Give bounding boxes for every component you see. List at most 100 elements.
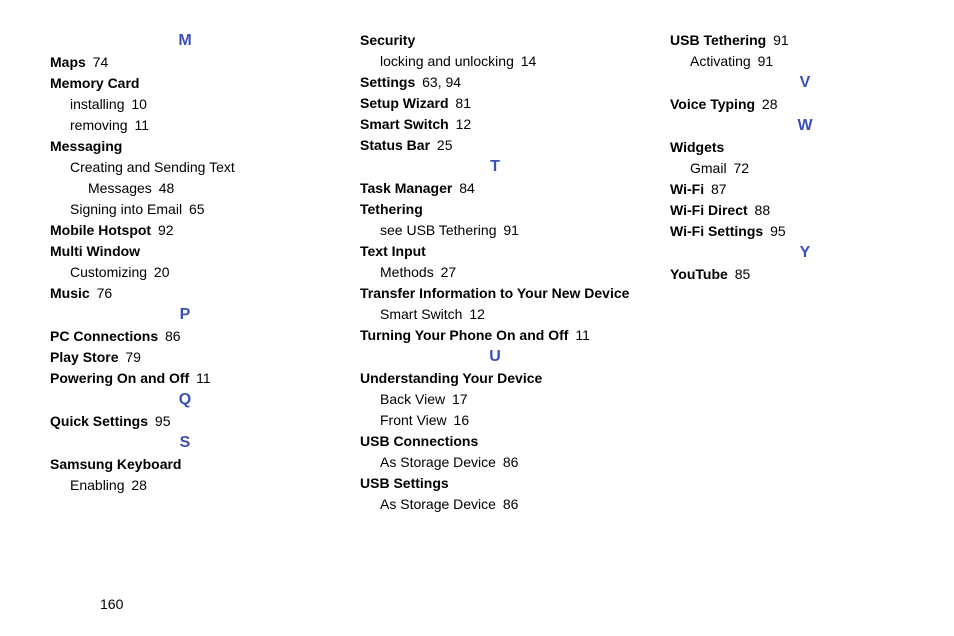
index-subentry-continuation: Messages 48	[50, 178, 320, 199]
index-entry: Understanding Your Device	[360, 368, 630, 389]
index-subentry: Signing into Email 65	[50, 199, 320, 220]
index-term: YouTube	[670, 266, 728, 282]
index-term: Wi-Fi Direct	[670, 202, 748, 218]
index-subentry: As Storage Device 86	[360, 452, 630, 473]
index-term: Settings	[360, 74, 415, 90]
index-page-ref: 11	[134, 117, 149, 133]
index-term: Quick Settings	[50, 413, 148, 429]
index-term: Memory Card	[50, 75, 139, 91]
index-entry: Tethering	[360, 199, 630, 220]
index-term: Tethering	[360, 201, 423, 217]
index-page-ref: 87	[707, 181, 726, 197]
index-page-ref: 76	[93, 285, 112, 301]
index-page-ref: 11	[571, 327, 589, 343]
index-subentry: Smart Switch 12	[360, 304, 630, 325]
section-letter: M	[50, 32, 320, 50]
index-entry: Multi Window	[50, 241, 320, 262]
index-term: Widgets	[670, 139, 724, 155]
index-subentry: As Storage Device 86	[360, 494, 630, 515]
index-term: Transfer Information to Your New Device	[360, 285, 629, 301]
index-entry: Setup Wizard 81	[360, 93, 630, 114]
index-entry: Turning Your Phone On and Off 11	[360, 325, 630, 346]
index-term: Mobile Hotspot	[50, 222, 151, 238]
index-entry: USB Tethering 91	[670, 30, 940, 51]
section-letter: S	[50, 434, 320, 452]
index-page-ref: 81	[452, 95, 471, 111]
section-letter: Y	[670, 244, 940, 262]
index-entry: Wi-Fi 87	[670, 179, 940, 200]
index-subentry: Back View 17	[360, 389, 630, 410]
index-term: Voice Typing	[670, 96, 755, 112]
index-term: Text Input	[360, 243, 426, 259]
index-term: Turning Your Phone On and Off	[360, 327, 568, 343]
index-entry: PC Connections 86	[50, 326, 320, 347]
index-page-ref: 28	[131, 477, 147, 493]
index-subentry: Front View 16	[360, 410, 630, 431]
index-entry: Music 76	[50, 283, 320, 304]
index-entry: Powering On and Off 11	[50, 368, 320, 389]
index-page-ref: 95	[151, 413, 170, 429]
index-page-ref: 84	[455, 180, 474, 196]
index-term: Maps	[50, 54, 86, 70]
index-page-ref: 74	[89, 54, 108, 70]
index-page-ref: 86	[161, 328, 180, 344]
index-page-ref: 17	[452, 391, 468, 407]
index-page-ref: 14	[521, 53, 537, 69]
index-entry: YouTube 85	[670, 264, 940, 285]
index-column-3: USB Tethering 91Activating 91VVoice Typi…	[670, 30, 940, 590]
index-entry: Maps 74	[50, 52, 320, 73]
index-subentry: see USB Tethering 91	[360, 220, 630, 241]
index-page-ref: 95	[766, 223, 785, 239]
index-subentry: Methods 27	[360, 262, 630, 283]
index-page: MMaps 74Memory Cardinstalling 10removing…	[0, 0, 954, 590]
index-term: Multi Window	[50, 243, 140, 259]
index-entry: Transfer Information to Your New Device	[360, 283, 630, 304]
index-term: Wi-Fi	[670, 181, 704, 197]
index-entry: Messaging	[50, 136, 320, 157]
index-term: Play Store	[50, 349, 118, 365]
index-column-1: MMaps 74Memory Cardinstalling 10removing…	[50, 30, 320, 590]
index-page-ref: 86	[503, 454, 519, 470]
index-page-ref: 72	[733, 160, 749, 176]
index-page-ref: 12	[452, 116, 471, 132]
index-page-ref: 85	[731, 266, 750, 282]
index-term: USB Tethering	[670, 32, 766, 48]
index-entry: Mobile Hotspot 92	[50, 220, 320, 241]
index-term: Task Manager	[360, 180, 452, 196]
index-subentry: Creating and Sending Text	[50, 157, 320, 178]
section-letter: W	[670, 117, 940, 135]
index-term: USB Connections	[360, 433, 478, 449]
index-subentry: removing 11	[50, 115, 320, 136]
index-entry: Security	[360, 30, 630, 51]
index-page-ref: 12	[469, 306, 485, 322]
index-term: Wi-Fi Settings	[670, 223, 763, 239]
index-entry: Task Manager 84	[360, 178, 630, 199]
index-page-ref: 10	[131, 96, 147, 112]
index-term: Music	[50, 285, 90, 301]
index-entry: Voice Typing 28	[670, 94, 940, 115]
index-term: PC Connections	[50, 328, 158, 344]
index-subentry: Customizing 20	[50, 262, 320, 283]
index-column-2: Securitylocking and unlocking 14Settings…	[360, 30, 630, 590]
index-page-ref: 88	[751, 202, 770, 218]
index-page-ref: 25	[433, 137, 452, 153]
index-entry: Memory Card	[50, 73, 320, 94]
index-page-ref: 20	[154, 264, 170, 280]
index-entry: Smart Switch 12	[360, 114, 630, 135]
index-entry: Play Store 79	[50, 347, 320, 368]
index-term: Security	[360, 32, 415, 48]
index-term: USB Settings	[360, 475, 449, 491]
index-term: Powering On and Off	[50, 370, 189, 386]
index-page-ref: 91	[758, 53, 774, 69]
index-term: Understanding Your Device	[360, 370, 542, 386]
page-number: 160	[100, 596, 123, 612]
index-entry: USB Settings	[360, 473, 630, 494]
index-entry: Text Input	[360, 241, 630, 262]
index-term: Samsung Keyboard	[50, 456, 181, 472]
section-letter: V	[670, 74, 940, 92]
index-page-ref: 86	[503, 496, 519, 512]
index-page-ref: 16	[454, 412, 470, 428]
section-letter: U	[360, 348, 630, 366]
index-term: Messaging	[50, 138, 122, 154]
index-page-ref: 11	[192, 370, 210, 386]
